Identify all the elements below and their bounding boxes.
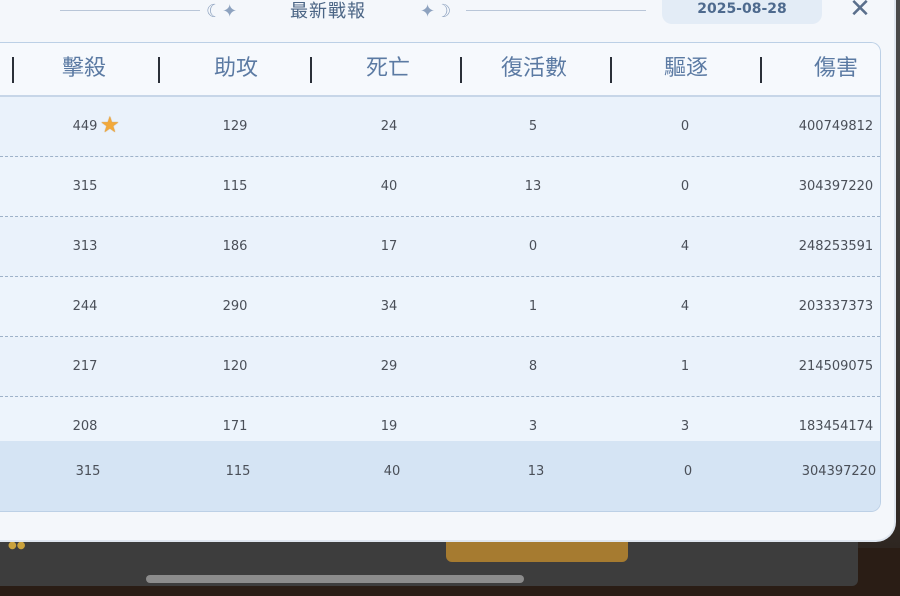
underlying-gold-button [446, 540, 628, 562]
cell-expels: 1 [680, 359, 690, 374]
cell-damage: 400749812 [798, 119, 874, 134]
cell-revives: 1 [528, 299, 538, 314]
cell-revives: 13 [524, 179, 542, 194]
column-separator [460, 57, 462, 83]
cell-expels: 4 [680, 239, 690, 254]
column-separator [158, 57, 160, 83]
window-title: 最新戰報 [290, 1, 366, 22]
column-separator [610, 57, 612, 83]
cell-revives: 8 [528, 359, 538, 374]
mvp-star-icon: ★ [100, 113, 120, 138]
cell-damage: 214509075 [798, 359, 874, 374]
cell-deaths: 24 [380, 119, 398, 134]
table-row[interactable]: 217 120 29 8 1 214509075 [0, 337, 880, 397]
column-separator [12, 57, 14, 83]
column-separator [310, 57, 312, 83]
table-row[interactable]: 313 186 17 0 4 248253591 [0, 217, 880, 277]
horizontal-scrollbar[interactable] [146, 575, 524, 583]
header-kills: 擊殺 [61, 56, 106, 81]
self-kills: 315 [75, 464, 101, 479]
column-separator [760, 57, 762, 83]
cell-kills: 313 [72, 239, 98, 254]
table-row[interactable]: 449 ★ 129 24 5 0 400749812 [0, 97, 880, 157]
self-expels: 0 [683, 464, 693, 479]
table-header: 擊殺 助攻 死亡 復活數 驅逐 傷害 [0, 43, 880, 97]
cell-assists: 115 [222, 179, 248, 194]
header-damage: 傷害 [813, 56, 858, 81]
header-revives: 復活數 [500, 56, 567, 81]
self-damage: 304397220 [801, 464, 877, 479]
crescent-right-icon: ✦☽ [420, 1, 452, 22]
report-date: 2025-08-28 [662, 0, 822, 24]
header-assists: 助攻 [213, 56, 258, 81]
header-deaths: 死亡 [365, 56, 410, 81]
table-row[interactable]: 244 290 34 1 4 203337373 [0, 277, 880, 337]
cell-expels: 0 [680, 119, 690, 134]
self-deaths: 40 [383, 464, 401, 479]
title-bar: ☾✦ 最新戰報 ✦☽ 2025-08-28 ✕ [0, 0, 900, 30]
title-right-line [466, 10, 646, 11]
cell-damage: 304397220 [798, 179, 874, 194]
cell-revives: 0 [528, 239, 538, 254]
header-expels: 驅逐 [663, 56, 708, 81]
decor-dots: ●● [8, 540, 26, 551]
table-row[interactable]: 315 115 40 13 0 304397220 [0, 157, 880, 217]
cell-deaths: 29 [380, 359, 398, 374]
close-icon[interactable]: ✕ [844, 0, 876, 24]
self-assists: 115 [225, 464, 251, 479]
cell-deaths: 40 [380, 179, 398, 194]
stats-table: 擊殺 助攻 死亡 復活數 驅逐 傷害 449 ★ 129 24 5 0 4007… [0, 42, 881, 512]
cell-expels: 4 [680, 299, 690, 314]
cell-damage: 248253591 [798, 239, 874, 254]
cell-kills: 449 [72, 119, 98, 134]
cell-assists: 129 [222, 119, 248, 134]
cell-deaths: 17 [380, 239, 398, 254]
cell-expels: 0 [680, 179, 690, 194]
cell-kills: 244 [72, 299, 98, 314]
cell-assists: 186 [222, 239, 248, 254]
cell-kills: 315 [72, 179, 98, 194]
crescent-left-icon: ☾✦ [206, 1, 238, 22]
cell-assists: 290 [222, 299, 248, 314]
cell-damage: 203337373 [798, 299, 874, 314]
cell-kills: 217 [72, 359, 98, 374]
cell-revives: 5 [528, 119, 538, 134]
battle-report-window: ☾✦ 最新戰報 ✦☽ 2025-08-28 ✕ 擊殺 助攻 死亡 復活數 驅逐 … [0, 0, 894, 540]
self-stats-row[interactable]: 315 115 40 13 0 304397220 [0, 441, 880, 511]
cell-assists: 120 [222, 359, 248, 374]
cell-deaths: 34 [380, 299, 398, 314]
title-left-line [60, 10, 200, 11]
self-revives: 13 [527, 464, 545, 479]
